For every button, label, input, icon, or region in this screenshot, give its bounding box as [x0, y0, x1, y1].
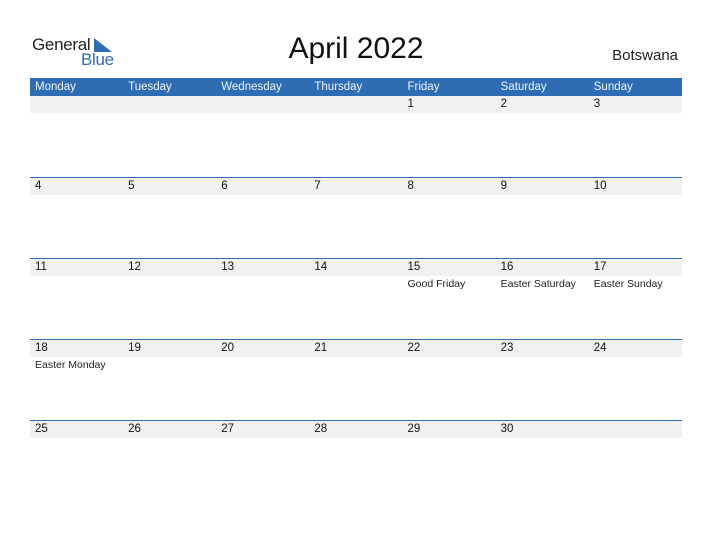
day-number: 23	[500, 342, 514, 354]
day-cell: 13	[216, 259, 309, 291]
day-number: 19	[128, 342, 141, 354]
day-cell: 3	[589, 96, 682, 114]
day-cell: 19	[123, 340, 216, 372]
day-cell	[30, 96, 123, 114]
day-number: 26	[128, 423, 141, 435]
holiday-label: Good Friday	[407, 278, 466, 290]
day-cell: 17 Easter Sunday	[589, 259, 682, 291]
day-cell: 9	[496, 178, 589, 196]
holiday-label: Easter Saturday	[500, 278, 576, 290]
day-number: 15	[407, 261, 421, 273]
day-number: 10	[593, 180, 607, 192]
day-cell: 29	[403, 421, 496, 439]
day-cell: 28	[309, 421, 402, 439]
week-cells: 1 2 3	[30, 96, 682, 114]
day-cell: 14	[309, 259, 402, 291]
day-cell	[123, 96, 216, 114]
day-cell	[216, 96, 309, 114]
day-number: 12	[128, 261, 141, 273]
day-number	[128, 96, 216, 113]
day-cell: 30	[496, 421, 589, 439]
day-number: 30	[500, 423, 514, 435]
week-cells: 25 26 27 28 29 30	[30, 421, 682, 439]
week-row: 18 Easter Monday 19 20 21 22 23 24	[30, 339, 682, 420]
weeks-container: 1 2 3 4 5 6 7 8 9 10 11 12 13 14 15 Good Friday 16 Easter…	[30, 96, 682, 501]
day-number: 25	[35, 423, 48, 435]
day-number: 7	[314, 180, 321, 192]
day-cell: 23	[496, 340, 589, 372]
day-cell: 8	[403, 178, 496, 196]
day-cell: 21	[309, 340, 402, 372]
day-number: 13	[221, 261, 235, 273]
day-number: 4	[35, 180, 42, 192]
day-number: 8	[407, 180, 414, 192]
weekday-header: Saturday	[500, 81, 547, 93]
day-number: 14	[314, 261, 328, 273]
day-number: 21	[314, 342, 328, 354]
day-number: 17	[593, 261, 607, 273]
day-cell: 6	[216, 178, 309, 196]
day-cell: 22	[403, 340, 496, 372]
day-number: 5	[128, 180, 135, 192]
day-cell: 26	[123, 421, 216, 439]
day-number: 18	[35, 342, 48, 354]
day-cell: 27	[216, 421, 309, 439]
holiday-label: Easter Monday	[35, 359, 106, 371]
weekday-header: Thursday	[314, 81, 363, 93]
weekday-header: Wednesday	[221, 81, 282, 93]
day-cell: 24	[589, 340, 682, 372]
day-number: 1	[407, 98, 414, 110]
day-number: 2	[500, 98, 508, 110]
day-number: 20	[221, 342, 235, 354]
day-cell: 10	[589, 178, 682, 196]
day-cell	[589, 421, 682, 439]
week-row: 11 12 13 14 15 Good Friday 16 Easter Saturday 17…	[30, 258, 682, 339]
day-number	[594, 421, 682, 438]
day-cell: 16 Easter Saturday	[496, 259, 589, 291]
day-cell: 5	[123, 178, 216, 196]
day-number: 16	[500, 261, 514, 273]
day-cell: 20	[216, 340, 309, 372]
holiday-label: Easter Sunday	[593, 278, 663, 290]
day-cell: 11	[30, 259, 123, 291]
day-cell	[309, 96, 402, 114]
day-cell: 12	[123, 259, 216, 291]
day-cell: 7	[309, 178, 402, 196]
week-cells: 18 Easter Monday 19 20 21 22 23 24	[30, 340, 682, 372]
day-cell: 15 Good Friday	[403, 259, 496, 291]
day-cell: 1	[403, 96, 496, 114]
week-row: 25 26 27 28 29 30	[30, 420, 682, 501]
day-cell: 18 Easter Monday	[30, 340, 123, 372]
day-number: 3	[593, 98, 601, 110]
day-cell: 4	[30, 178, 123, 196]
weekday-header: Friday	[407, 81, 440, 93]
calendar-title: April 2022	[288, 32, 424, 65]
day-number: 24	[593, 342, 607, 354]
day-number: 9	[500, 180, 508, 192]
week-row: 1 2 3	[30, 96, 682, 177]
day-cell: 25	[30, 421, 123, 439]
day-number: 6	[221, 180, 228, 192]
week-cells: 11 12 13 14 15 Good Friday 16 Easter Saturday 17…	[30, 259, 682, 291]
day-number: 11	[35, 261, 47, 273]
day-number	[314, 96, 402, 113]
weekday-header: Monday	[35, 81, 76, 93]
day-cell: 2	[496, 96, 589, 114]
weekday-header: Sunday	[593, 81, 633, 93]
week-row: 4 5 6 7 8 9 10	[30, 177, 682, 258]
week-cells: 4 5 6 7 8 9 10	[30, 178, 682, 196]
country-label: Botswana	[612, 47, 678, 64]
calendar-grid: Monday Tuesday Wednesday Thursday Friday…	[30, 78, 682, 501]
day-number: 27	[221, 423, 235, 435]
day-number: 22	[407, 342, 421, 354]
weekday-header-row: Monday Tuesday Wednesday Thursday Friday…	[30, 78, 682, 96]
day-number	[35, 96, 123, 113]
day-number: 29	[407, 423, 421, 435]
weekday-header: Tuesday	[128, 81, 172, 93]
day-number	[221, 96, 309, 113]
day-number: 28	[314, 423, 328, 435]
